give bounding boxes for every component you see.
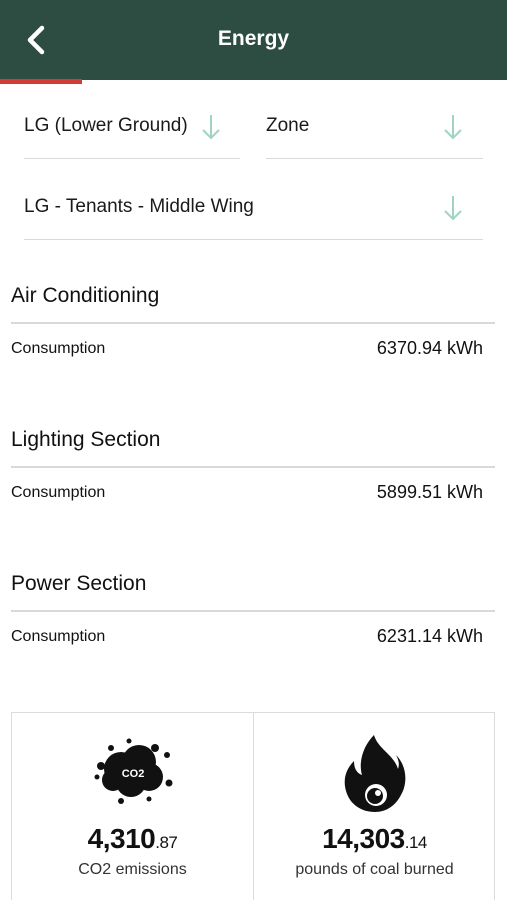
page-title: Energy xyxy=(217,27,290,50)
consumption-value-power: 6231.14 kWh xyxy=(376,626,483,646)
co2-stat: CO2 4,310.87 CO2 emissions xyxy=(12,713,253,900)
arrow-down-icon xyxy=(444,115,462,140)
arrow-down-icon xyxy=(444,196,462,221)
area-select-value: LG - Tenants - Middle Wing xyxy=(24,196,254,217)
section-divider xyxy=(11,610,495,612)
section-title-lighting: Lighting Section xyxy=(11,428,161,451)
area-select[interactable]: LG - Tenants - Middle Wing xyxy=(24,178,483,240)
co2-cloud-icon: CO2 xyxy=(94,738,172,804)
consumption-value-lighting: 5899.51 kWh xyxy=(376,482,483,502)
coal-stat: 14,303.14 pounds of coal burned xyxy=(254,713,495,900)
consumption-value-air-conditioning: 6370.94 kWh xyxy=(376,338,483,358)
coal-value: 14,303.14 xyxy=(254,823,495,855)
consumption-label: Consumption xyxy=(11,340,106,357)
progress-indicator xyxy=(0,79,82,84)
co2-caption: CO2 emissions xyxy=(78,861,187,878)
consumption-label: Consumption xyxy=(11,628,106,645)
app-header: Energy xyxy=(0,0,507,84)
consumption-label: Consumption xyxy=(11,484,106,501)
coal-value-decimal: .14 xyxy=(404,833,428,852)
co2-value: 4,310.87 xyxy=(12,823,253,855)
section-title-power: Power Section xyxy=(11,572,147,595)
co2-icon-text: CO2 xyxy=(121,768,144,780)
co2-value-decimal: .87 xyxy=(155,833,178,852)
zone-select[interactable]: Zone xyxy=(266,97,483,159)
flame-icon xyxy=(344,735,405,812)
coal-value-main: 14,303 xyxy=(322,823,405,854)
impact-stats-panel: CO2 4,310.87 CO2 emissions 14,303.14 pou… xyxy=(11,712,495,900)
section-title-air-conditioning: Air Conditioning xyxy=(11,284,160,307)
section-divider xyxy=(11,466,495,468)
zone-select-value: Zone xyxy=(266,115,310,136)
floor-select[interactable]: LG (Lower Ground) xyxy=(24,97,240,159)
arrow-down-icon xyxy=(202,115,220,140)
section-divider xyxy=(11,322,495,324)
coal-caption: pounds of coal burned xyxy=(295,861,454,878)
floor-select-value: LG (Lower Ground) xyxy=(24,115,188,136)
co2-value-main: 4,310 xyxy=(87,823,156,854)
